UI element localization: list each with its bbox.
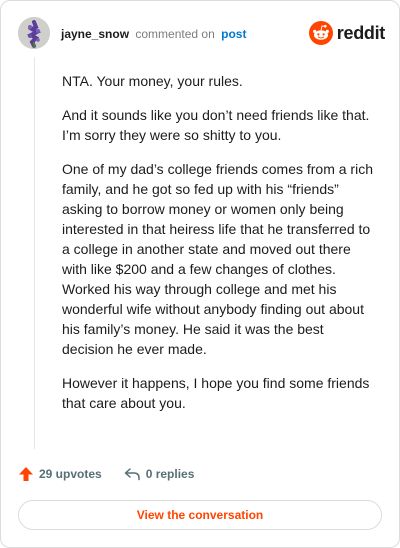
comment-paragraph: However it happens, I hope you find some… <box>62 375 370 411</box>
reddit-logo[interactable]: reddit <box>308 21 386 45</box>
upvote-button[interactable]: 29 upvotes <box>18 466 102 482</box>
upvote-arrow-icon <box>19 467 33 481</box>
comment-card: jayne_snow commented on post reddit NTA.… <box>0 0 400 548</box>
reply-count: 0 replies <box>145 467 195 481</box>
reddit-wordmark: reddit <box>336 22 386 43</box>
replies-button[interactable]: 0 replies <box>124 467 195 481</box>
comment-paragraph: And it sounds like you don’t need friend… <box>62 107 370 143</box>
post-link[interactable]: post <box>221 27 246 41</box>
avatar-image <box>18 17 50 49</box>
comment-paragraph: NTA. Your money, your rules. <box>62 73 243 89</box>
view-conversation-button[interactable]: View the conversation <box>18 500 382 530</box>
thread-line[interactable] <box>34 57 35 449</box>
comment-header: jayne_snow commented on post <box>61 27 246 41</box>
username[interactable]: jayne_snow <box>61 27 129 41</box>
reddit-snoo-icon <box>308 21 333 45</box>
avatar[interactable] <box>18 17 50 49</box>
comment-body: NTA. Your money, your rules. And it soun… <box>62 71 378 427</box>
reply-arrow-icon <box>124 468 140 481</box>
action-text: commented on <box>135 27 215 41</box>
comment-paragraph: One of my dad’s college friends comes fr… <box>62 161 373 357</box>
upvote-count: 29 upvotes <box>39 467 102 481</box>
comment-footer: 29 upvotes 0 replies <box>18 466 194 482</box>
